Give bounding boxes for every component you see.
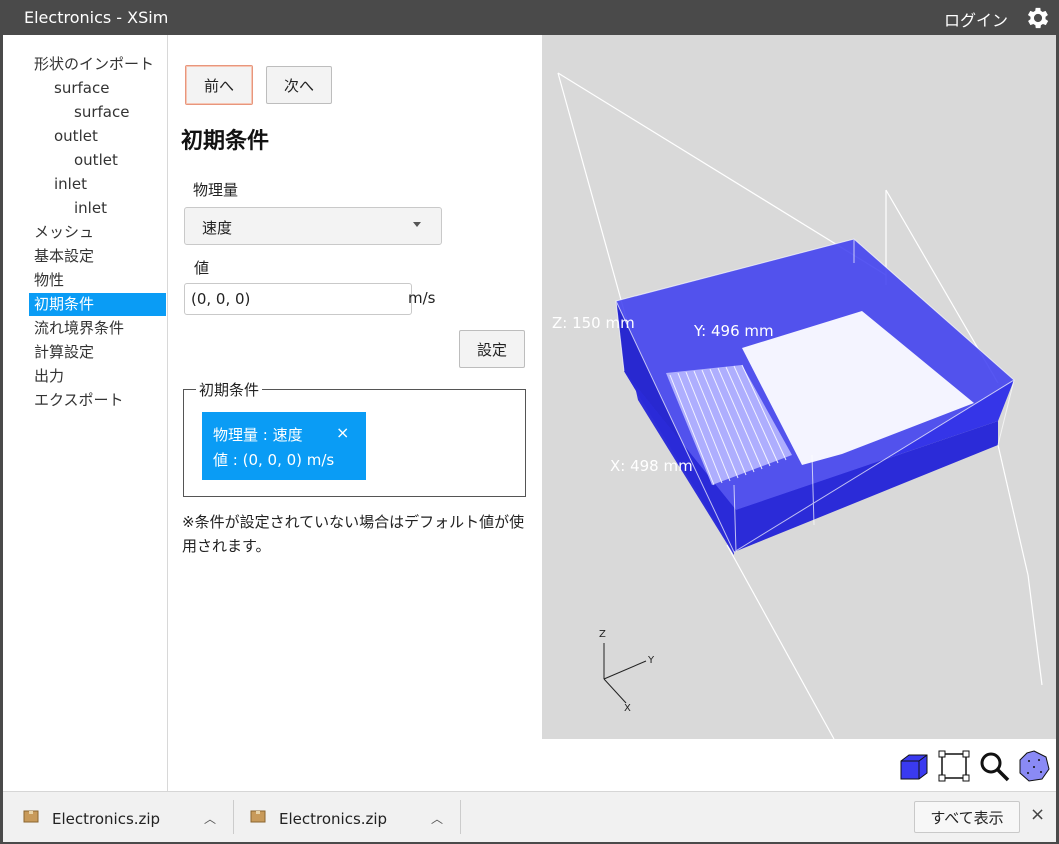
set-button[interactable]: 設定 [459,330,525,368]
dim-x-label: X: 498 mm [610,457,693,475]
close-icon[interactable]: × [1030,804,1045,825]
download-filename: Electronics.zip [52,810,161,828]
nav-item-basic-settings[interactable]: 基本設定 [29,245,166,268]
nav-item-label: inlet [74,199,107,217]
nav-item-inlet[interactable]: inlet [49,173,166,196]
nav-item-label: 物性 [34,271,65,289]
prev-button[interactable]: 前へ [185,65,253,105]
nav-item-surface[interactable]: surface [49,77,166,100]
nav-item-surface-sub[interactable]: surface [69,101,166,124]
nav-item-flow-boundary[interactable]: 流れ境界条件 [29,317,166,340]
title-bar: Electronics - XSim ログイン [0,0,1059,35]
unit-label: m/s [408,289,436,307]
chip-value: 値 : (0, 0, 0) m/s [213,451,335,469]
download-item[interactable]: Electronics.zip ︿ [234,792,460,842]
axes-triad [603,643,647,704]
value-label: 値 [194,259,210,277]
page-title: 初期条件 [181,129,270,154]
chevron-up-icon[interactable]: ︿ [204,810,216,827]
group-legend: 初期条件 [196,379,263,400]
cube-view-icon[interactable] [897,749,931,783]
nav-item-label: outlet [54,127,98,145]
nav-item-properties[interactable]: 物性 [29,269,166,292]
nav-item-label: メッシュ [34,223,95,241]
nav-item-label: 流れ境界条件 [34,319,125,337]
nav-item-outlet-sub[interactable]: outlet [69,149,166,172]
nav-item-initial-conditions[interactable]: 初期条件 [29,293,166,316]
close-icon[interactable]: × [336,423,349,442]
step-navigation: 形状のインポート surface surface outlet outlet i… [3,35,168,791]
nav-item-calc-settings[interactable]: 計算設定 [29,341,166,364]
axis-y-label: Y [647,655,655,666]
chip-quantity: 物理量 : 速度 [213,426,303,444]
nav-item-mesh[interactable]: メッシュ [29,221,166,244]
axis-z-label: Z [599,629,606,640]
download-filename: Electronics.zip [279,810,388,828]
settings-panel: 前へ 次へ 初期条件 物理量 速度 値 (0, 0, 0) m/s 設定 初期条… [168,35,542,791]
nav-item-label: 計算設定 [34,343,95,361]
nav-item-label: outlet [74,151,118,169]
nav-item-inlet-sub[interactable]: inlet [69,197,166,220]
download-item[interactable]: Electronics.zip ︿ [3,792,233,842]
app-body: 形状のインポート surface surface outlet outlet i… [3,35,1056,791]
3d-viewport[interactable]: Z: 150 mm Y: 496 mm X: 498 mm Z Y X [542,35,1056,739]
initial-conditions-group: 初期条件 物理量 : 速度 値 : (0, 0, 0) m/s × [183,379,526,497]
next-button[interactable]: 次へ [266,66,332,104]
window-title: Electronics - XSim [24,8,169,27]
fit-frame-icon[interactable] [937,749,971,783]
mesh-sphere-icon[interactable] [1017,749,1051,783]
nav-item-label: 初期条件 [34,295,95,313]
chevron-up-icon[interactable]: ︿ [431,810,443,827]
nav-item-label: surface [54,79,110,97]
nav-item-label: 形状のインポート [34,55,155,73]
condition-chip[interactable]: 物理量 : 速度 値 : (0, 0, 0) m/s × [202,412,366,480]
quantity-label: 物理量 [193,181,239,199]
nav-item-outlet[interactable]: outlet [49,125,166,148]
nav-item-export[interactable]: エクスポート [29,389,166,412]
nav-item-label: 基本設定 [34,247,95,265]
nav-item-label: エクスポート [34,391,124,409]
dim-z-label: Z: 150 mm [552,314,635,332]
nav-item-shape-import[interactable]: 形状のインポート [29,53,166,76]
gear-icon[interactable] [1024,4,1052,32]
nav-item-label: inlet [54,175,87,193]
nav-item-label: 出力 [34,367,65,385]
login-link[interactable]: ログイン [944,7,1008,31]
value-input[interactable]: (0, 0, 0) [184,283,412,315]
divider [460,800,461,834]
zoom-icon[interactable] [977,749,1011,783]
quantity-select[interactable]: 速度 [184,207,442,245]
quantity-select-value: 速度 [202,219,233,237]
show-all-button[interactable]: すべて表示 [914,801,1020,833]
model-view: Z: 150 mm Y: 496 mm X: 498 mm Z Y X [552,72,1043,739]
archive-icon [250,810,266,823]
axis-x-label: X [624,703,631,714]
downloads-bar: Electronics.zip ︿ Electronics.zip ︿ すべて表… [3,791,1056,842]
chevron-down-icon [413,222,421,227]
nav-item-output[interactable]: 出力 [29,365,166,388]
default-note: ※条件が設定されていない場合はデフォルト値が使用されます。 [182,513,525,555]
dim-y-label: Y: 496 mm [693,322,774,340]
archive-icon [23,810,39,823]
nav-item-label: surface [74,103,130,121]
